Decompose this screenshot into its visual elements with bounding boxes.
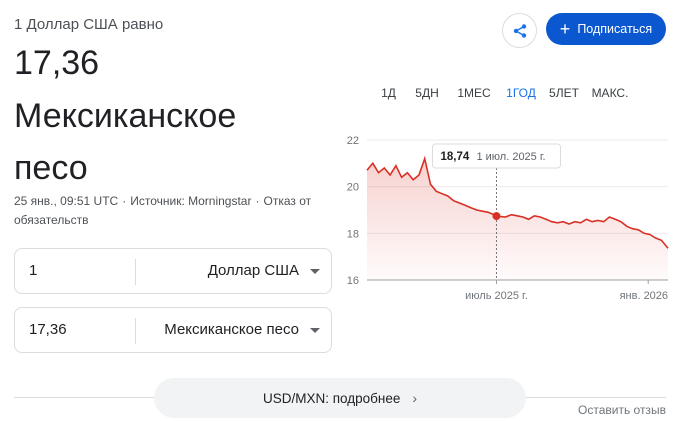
range-tab[interactable]: 1ГОД [499,86,543,100]
feedback-link[interactable]: Оставить отзыв [578,403,666,417]
rate-chart[interactable]: 22 20 18 16 июль 2025 г. янв. 2026 г. 18,74 1 и… [340,128,670,304]
tooltip-date: 1 июл. 2025 г. [476,151,545,163]
converter-from[interactable]: 1 Доллар США [14,248,332,294]
x-tick-label: июль 2025 г. [465,290,528,302]
subscribe-button[interactable]: + Подписаться [546,13,666,45]
range-tabs: 1Д 5ДН 1МЕС 1ГОД 5ЛЕТ МАКС. [372,86,635,100]
chevron-down-icon [310,269,320,274]
y-tick-label: 20 [347,182,359,194]
hover-point [492,212,501,221]
area-fill [367,158,668,280]
from-amount-input[interactable]: 1 [29,262,37,279]
range-tab[interactable]: МАКС. [585,86,635,100]
divider-right [526,397,666,398]
converted-value: 17,36 [14,44,100,82]
subscribe-label: Подписаться [577,22,653,36]
plus-icon: + [559,19,571,39]
to-amount-input[interactable]: 17,36 [29,321,67,338]
details-label: USD/MXN: подробнее [262,390,401,406]
x-tick-label: янв. 2026 г. [620,290,670,302]
y-tick-label: 18 [347,228,359,240]
source-meta: 25 янв., 09:51 UTC · Источник: Morningstar… [14,194,312,227]
y-tick-label: 22 [347,135,359,147]
converter-divider [135,259,136,285]
range-tab[interactable]: 5ЛЕТ [543,86,585,100]
divider-left [14,397,154,398]
range-tab[interactable]: 5ДН [405,86,449,100]
source-text: Источник: Morningstar [130,194,252,208]
y-tick-label: 16 [347,275,359,287]
target-currency-name: Мексиканское песо [14,97,237,187]
share-button[interactable] [502,13,537,48]
range-tab[interactable]: 1Д [372,86,405,100]
converter-divider [135,318,136,344]
chevron-down-icon [310,328,320,333]
tooltip-value: 18,74 [440,151,469,163]
chevron-right-icon: › [412,390,418,406]
to-currency-select[interactable]: Мексиканское песо [164,321,299,338]
timestamp: 25 янв., 09:51 UTC [14,194,119,208]
range-tab[interactable]: 1МЕС [449,86,499,100]
converter-to[interactable]: 17,36 Мексиканское песо [14,307,332,353]
rate-heading: 1 Доллар США равно [14,16,164,33]
details-button[interactable]: USD/MXN: подробнее › [154,378,526,418]
from-currency-select[interactable]: Доллар США [208,262,299,279]
share-icon [513,23,526,38]
